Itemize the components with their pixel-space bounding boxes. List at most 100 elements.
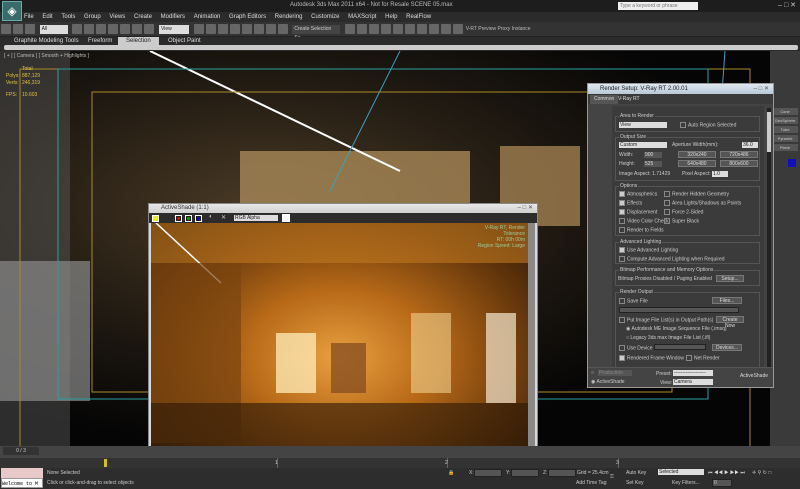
pixel-aspect-input[interactable]: 1.0	[712, 171, 728, 177]
keyboard-shortcut-icon[interactable]	[217, 24, 228, 34]
menu-modifiers[interactable]: Modifiers	[161, 12, 185, 22]
tab-graphite-modeling-tools[interactable]: Graphite Modeling Tools	[14, 37, 79, 45]
snap-icon[interactable]	[229, 24, 240, 34]
select-by-name-icon[interactable]	[84, 24, 95, 34]
geosphere-button[interactable]: GeoSphere	[772, 117, 798, 124]
viewport-nav-controls[interactable]: ✛ ⚲ ↻ □	[752, 470, 771, 476]
key-icon[interactable]: ⚿	[610, 474, 614, 480]
auto-key-button[interactable]: Auto Key	[626, 470, 646, 476]
render-production-icon[interactable]	[453, 24, 464, 34]
production-dropdown[interactable]: Production	[598, 370, 632, 376]
pyramid-button[interactable]: Pyramid	[772, 135, 798, 142]
atmospherics-checkbox[interactable]: Atmospherics	[619, 191, 657, 197]
width-input[interactable]: 900	[644, 152, 662, 158]
clear-icon[interactable]: ✕	[221, 214, 226, 221]
key-filters-button[interactable]: Key Filters...	[672, 480, 700, 486]
height-input[interactable]: 525	[644, 161, 662, 167]
key-mode-dropdown[interactable]: Selected	[658, 469, 704, 475]
plane-button[interactable]: Plane	[772, 144, 798, 151]
search-input[interactable]: Type a keyword or phrase	[618, 2, 698, 10]
bind-icon[interactable]	[25, 24, 35, 34]
window-controls[interactable]: – □ ✕	[754, 84, 769, 94]
render-frame-icon[interactable]	[441, 24, 452, 34]
preset-dropdown[interactable]: -------------------	[673, 370, 713, 376]
add-time-tag[interactable]: Add Time Tag	[576, 480, 606, 486]
window-crossing-icon[interactable]	[108, 24, 119, 34]
lock-icon[interactable]: 🔒	[448, 470, 454, 476]
scale-icon[interactable]	[144, 24, 155, 34]
y-coordinate-input[interactable]	[511, 469, 539, 477]
red-channel-button[interactable]	[175, 215, 182, 222]
setup-button[interactable]: Setup...	[716, 275, 744, 282]
tab-object-paint[interactable]: Object Paint	[168, 37, 201, 45]
z-coordinate-input[interactable]	[548, 469, 576, 477]
output-preset-dropdown[interactable]: Custom	[619, 142, 667, 148]
align-icon[interactable]	[357, 24, 368, 34]
video-color-check-checkbox[interactable]: Video Color Check	[619, 218, 669, 224]
effects-checkbox[interactable]: Effects	[619, 200, 642, 206]
green-channel-button[interactable]	[185, 215, 192, 222]
render-setup-icon[interactable]	[429, 24, 440, 34]
percent-snap-icon[interactable]	[253, 24, 264, 34]
mirror-icon[interactable]	[345, 24, 356, 34]
spinner-snap-icon[interactable]	[265, 24, 276, 34]
vertical-scrollbar[interactable]	[528, 223, 535, 447]
legacy-ifl-radio[interactable]: ○ Legacy 3ds max Image File List (.ifl)	[626, 335, 710, 341]
maxscript-listener[interactable]: Welcome to M	[1, 468, 43, 489]
area-to-render-dropdown[interactable]: View	[619, 122, 667, 128]
activeshade-radio[interactable]: ◉ ActiveShade	[591, 379, 625, 385]
menu-edit[interactable]: Edit	[42, 12, 52, 22]
aperture-input[interactable]: 36.0	[742, 142, 758, 148]
manipulate-icon[interactable]	[205, 24, 216, 34]
x-coordinate-input[interactable]	[474, 469, 502, 477]
menu-create[interactable]: Create	[134, 12, 152, 22]
maxscript-input[interactable]	[1, 468, 43, 478]
output-path-field[interactable]	[619, 307, 739, 313]
vertical-scrollbar[interactable]	[767, 108, 771, 368]
menu-views[interactable]: Views	[109, 12, 125, 22]
layer-icon[interactable]	[369, 24, 380, 34]
channel-dropdown[interactable]: RGB Alpha	[234, 215, 278, 221]
reference-coord-dropdown[interactable]: View	[159, 25, 190, 34]
curve-editor-icon[interactable]	[393, 24, 404, 34]
compute-advanced-lighting-checkbox[interactable]: Compute Advanced Lighting when Required	[619, 256, 725, 262]
use-device-checkbox[interactable]: Use Device	[619, 345, 653, 351]
menu-rendering[interactable]: Rendering	[275, 12, 303, 22]
track-bar[interactable]: 1 2 3	[0, 458, 800, 468]
autodesk-me-radio[interactable]: ◉ Autodesk ME Image Sequence File (.imsq…	[626, 326, 727, 332]
preset-720x486-button[interactable]: 720x486	[720, 151, 758, 158]
put-image-file-list-checkbox[interactable]: Put Image File List(s) in Output Path(s)	[619, 317, 713, 323]
rect-selection-icon[interactable]	[96, 24, 107, 34]
tab-selection[interactable]: Selection	[118, 37, 159, 45]
device-field[interactable]	[654, 344, 706, 350]
activeshade-render-button[interactable]: ActiveShade	[738, 373, 770, 380]
color-swatch[interactable]	[282, 214, 290, 222]
cone-button[interactable]: Cone	[772, 108, 798, 115]
maxscript-output[interactable]: Welcome to M	[1, 478, 43, 488]
menu-tools[interactable]: Tools	[61, 12, 75, 22]
viewport-label[interactable]: [ + ] [ Camera ] [ Smooth + Highlights ]	[4, 53, 89, 59]
blue-channel-button[interactable]	[195, 215, 202, 222]
force-2-sided-checkbox[interactable]: Force 2-Sided	[664, 209, 703, 215]
preset-320x240-button[interactable]: 320x240	[678, 151, 716, 158]
preset-800x600-button[interactable]: 800x600	[720, 160, 758, 167]
net-render-checkbox[interactable]: Net Render	[686, 355, 720, 361]
preset-640x480-button[interactable]: 640x480	[678, 160, 716, 167]
window-controls[interactable]: – □ ✕	[518, 204, 533, 213]
save-icon[interactable]	[152, 215, 159, 222]
graphite-icon[interactable]	[381, 24, 392, 34]
menu-file[interactable]: File	[24, 12, 34, 22]
rotate-icon[interactable]	[132, 24, 143, 34]
menu-group[interactable]: Group	[84, 12, 101, 22]
move-icon[interactable]	[120, 24, 131, 34]
tab-vray-rt[interactable]: V-Ray RT	[614, 95, 644, 104]
create-now-button[interactable]: Create Now	[716, 316, 744, 329]
tube-button[interactable]: Tube	[772, 126, 798, 133]
pivot-icon[interactable]	[193, 24, 204, 34]
rendered-frame-window-checkbox[interactable]: Rendered Frame Window	[619, 355, 684, 361]
save-file-checkbox[interactable]: Save File	[619, 298, 648, 304]
production-radio[interactable]: ○	[591, 370, 594, 376]
unlink-icon[interactable]	[13, 24, 23, 34]
playback-controls[interactable]: ⏮ ◀◀ ▶ ▶▶ ⏭	[708, 470, 745, 476]
time-slider-handle[interactable]: 0 / 3	[3, 447, 39, 455]
